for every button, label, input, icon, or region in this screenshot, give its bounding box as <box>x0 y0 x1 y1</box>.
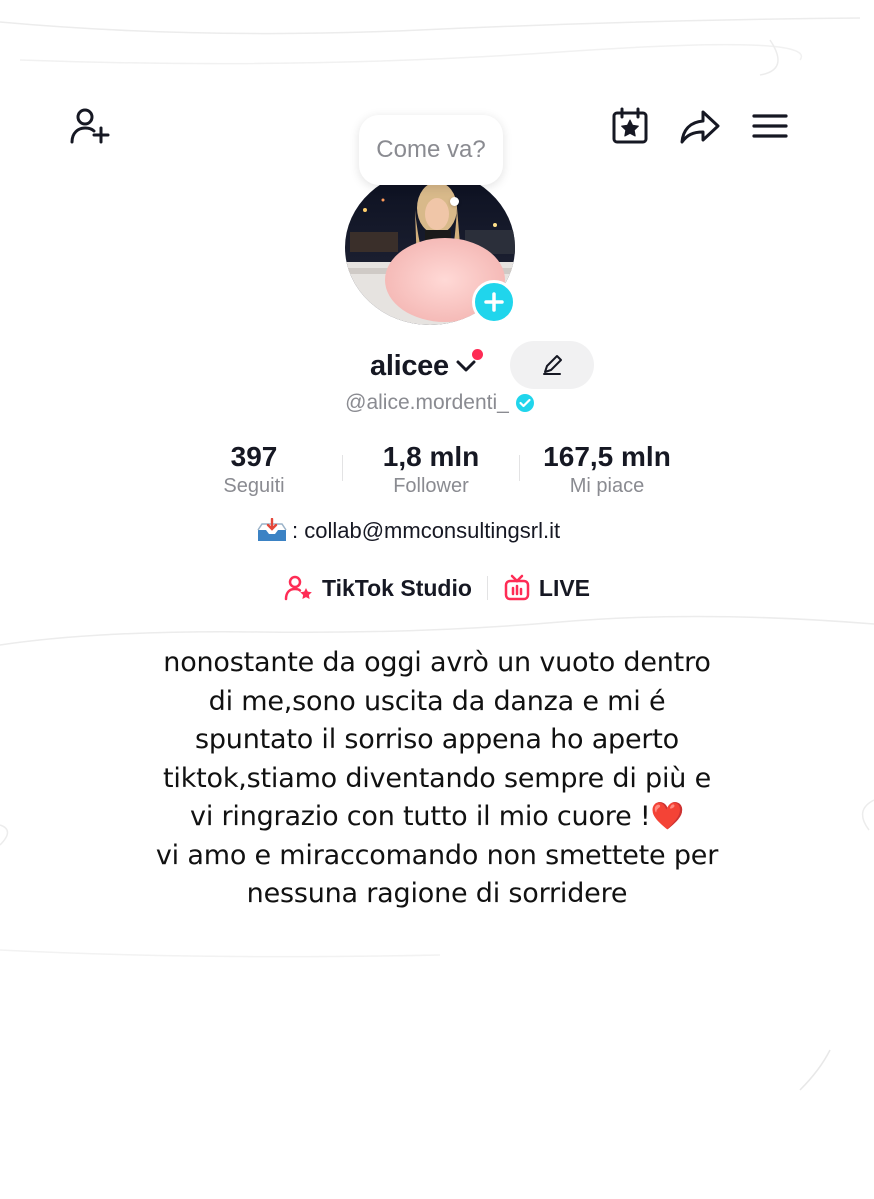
creator-star-icon <box>284 575 312 601</box>
note-line: nessuna ragione di sorridere <box>246 878 628 909</box>
stat-likes[interactable]: 167,5 mln Mi piace <box>527 440 687 498</box>
add-friend-icon[interactable] <box>66 102 114 150</box>
menu-icon[interactable] <box>746 102 794 150</box>
tiktok-studio-link[interactable]: TikTok Studio <box>284 573 472 603</box>
heart-emoji: ❤️ <box>650 801 685 832</box>
share-icon[interactable] <box>676 102 724 150</box>
status-bubble[interactable]: Come va? <box>359 115 503 185</box>
bio-contact-text: : collab@mmconsultingsrl.it <box>292 518 561 543</box>
handle-row: @alice.mordenti_ <box>0 388 874 418</box>
stat-followers[interactable]: 1,8 mln Follower <box>361 440 501 498</box>
inbox-tray-icon <box>257 518 287 541</box>
live-tv-icon <box>504 574 530 601</box>
bio-contact: : collab@mmconsultingsrl.it <box>256 514 560 548</box>
edit-profile-button[interactable] <box>510 341 594 389</box>
notification-dot <box>471 349 483 360</box>
note-line: di me,sono uscita da danza e mi é <box>208 685 666 717</box>
stat-value: 397 <box>230 441 278 472</box>
pencil-icon <box>543 355 562 375</box>
username-handle: @alice.mordenti_ <box>345 391 509 414</box>
status-bubble-tail <box>450 197 459 206</box>
stat-value: 1,8 mln <box>382 441 480 472</box>
stat-label: Follower <box>393 475 469 497</box>
status-bubble-text: Come va? <box>376 136 486 163</box>
note-line: tiktok,stiamo diventando sempre di più e <box>163 762 711 794</box>
profile-links-row: TikTok Studio LIVE <box>0 568 874 608</box>
live-link[interactable]: LIVE <box>503 574 590 602</box>
live-label: LIVE <box>538 574 591 601</box>
note-line: vi ringrazio con tutto il mio cuore ! <box>190 801 651 832</box>
link-divider <box>486 576 488 600</box>
sticker-edge-top <box>0 17 861 76</box>
add-story-button[interactable] <box>472 280 516 324</box>
tiktok-studio-label: TikTok Studio <box>321 574 472 601</box>
stat-label: Mi piace <box>569 475 645 497</box>
account-switch-chevron[interactable] <box>453 349 483 379</box>
profile-avatar-container <box>345 170 517 325</box>
story-text-overlay: nonostante da oggi avrò un vuoto dentro … <box>60 644 814 914</box>
plus-icon <box>484 292 504 312</box>
stat-label: Seguiti <box>223 475 285 497</box>
stat-following[interactable]: 397 Seguiti <box>204 440 304 498</box>
stat-divider <box>519 455 520 481</box>
note-line: spuntato il sorriso appena ho aperto <box>194 724 679 755</box>
stat-divider <box>342 455 343 481</box>
note-line: vi amo e miraccomando non smettete per <box>155 839 719 871</box>
note-line: nonostante da oggi avrò un vuoto dentro <box>163 647 711 678</box>
sticker-edge-bottom <box>799 1049 831 1091</box>
verified-badge-icon <box>515 394 534 412</box>
display-name: alicee <box>370 349 449 382</box>
stat-value: 167,5 mln <box>543 441 671 472</box>
calendar-star-icon[interactable] <box>606 102 654 150</box>
display-name-row: alicee <box>370 342 483 390</box>
note-line-with-heart: vi ringrazio con tutto il mio cuore !❤️ <box>60 798 814 837</box>
